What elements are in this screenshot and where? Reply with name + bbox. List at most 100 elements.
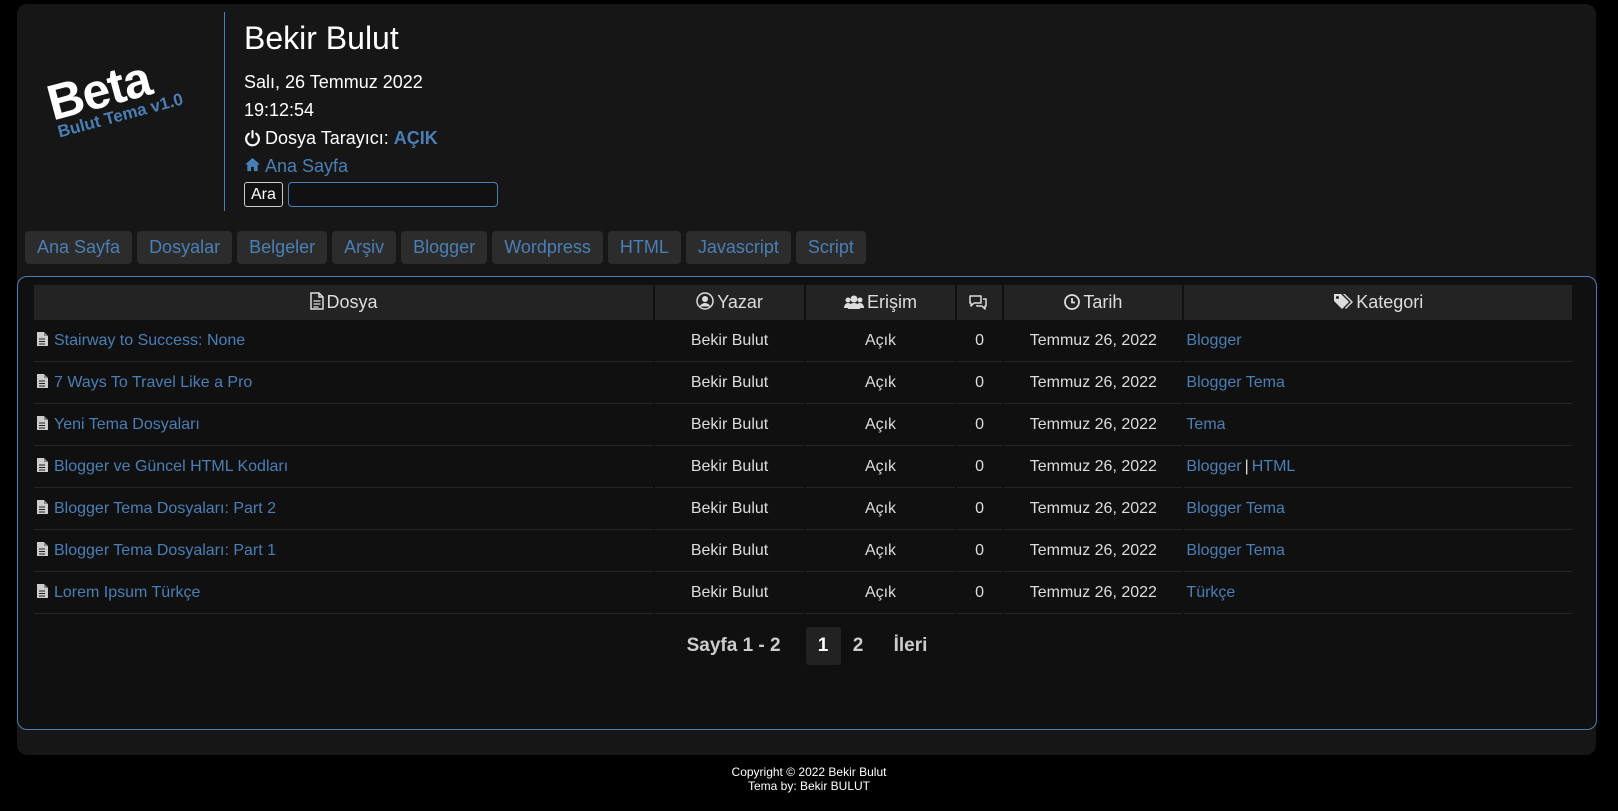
browser-label: Dosya Tarayıcı: [265, 128, 389, 148]
nav-item-dosyalar[interactable]: Dosyalar [137, 231, 233, 264]
category-cell: Blogger Tema [1184, 362, 1572, 404]
comment-count-cell: 0 [956, 446, 1003, 488]
category-cell: Türkçe [1184, 572, 1572, 614]
home-link[interactable]: Ana Sayfa [244, 152, 348, 180]
table-row: Blogger Tema Dosyaları: Part 2 Bekir Bulu… [34, 488, 1572, 530]
file-link[interactable]: 7 Ways To Travel Like a Pro [54, 374, 252, 391]
comment-count-cell: 0 [956, 530, 1003, 572]
user-circle-icon [696, 292, 714, 310]
column-header-access: Erişim [806, 285, 955, 320]
comments-icon [968, 294, 988, 310]
document-icon [36, 373, 49, 389]
column-header-date: Tarih [1004, 285, 1183, 320]
file-link[interactable]: Lorem Ipsum Türkçe [54, 584, 200, 601]
file-link[interactable]: Stairway to Success: None [54, 332, 245, 349]
file-cell: Blogger Tema Dosyaları: Part 1 [34, 530, 654, 572]
document-icon [36, 541, 49, 557]
footer: Copyright © 2022 Bekir Bulut Tema by: Be… [0, 765, 1618, 793]
comment-count-cell: 0 [956, 362, 1003, 404]
nav-item-belgeler[interactable]: Belgeler [237, 231, 328, 264]
home-link-label: Ana Sayfa [265, 156, 349, 176]
file-table: Dosya Yazar Erişim Tarih Kategori Stairw… [32, 285, 1574, 614]
header-info: Bekir Bulut Salı, 26 Temmuz 2022 19:12:5… [244, 18, 498, 207]
nav-item-javascript[interactable]: Javascript [685, 231, 791, 264]
page-link-2[interactable]: 2 [841, 627, 876, 665]
column-header-date-label: Tarih [1083, 292, 1123, 312]
author-cell: Bekir Bulut [655, 362, 805, 404]
pagination-label: Sayfa 1 - 2 [686, 635, 781, 656]
page-link-1[interactable]: 1 [805, 627, 841, 665]
author-cell: Bekir Bulut [655, 320, 805, 362]
comment-count-cell: 0 [956, 404, 1003, 446]
comment-count-cell: 0 [956, 488, 1003, 530]
home-link-line: Ana Sayfa [244, 152, 498, 180]
column-header-comments [956, 285, 1003, 320]
date-cell: Temmuz 26, 2022 [1004, 530, 1183, 572]
column-header-author: Yazar [655, 285, 805, 320]
access-cell: Açık [806, 404, 955, 446]
comment-count-cell: 0 [956, 320, 1003, 362]
footer-theme-credit: Tema by: Bekir BULUT [747, 779, 871, 793]
column-header-category-label: Kategori [1356, 292, 1424, 312]
category-link[interactable]: Blogger [1186, 332, 1241, 349]
table-row: Blogger ve Güncel HTML Kodları Bekir Bulu… [34, 446, 1572, 488]
tags-icon [1333, 293, 1354, 310]
nav-item-wordpress[interactable]: Wordpress [492, 231, 603, 264]
main-nav: Ana Sayfa Dosyalar Belgeler Arşiv Blogge… [25, 231, 866, 264]
users-icon [844, 294, 864, 310]
category-cell: Blogger | HTML [1184, 446, 1572, 488]
category-link[interactable]: HTML [1252, 458, 1296, 475]
nav-item-html[interactable]: HTML [607, 231, 681, 264]
file-link[interactable]: Blogger Tema Dosyaları: Part 1 [54, 542, 276, 559]
home-icon [244, 157, 261, 172]
date-cell: Temmuz 26, 2022 [1004, 320, 1183, 362]
access-cell: Açık [806, 488, 955, 530]
category-separator: | [1244, 457, 1249, 475]
column-header-author-label: Yazar [717, 292, 763, 312]
document-icon [36, 499, 49, 515]
category-cell: Tema [1184, 404, 1572, 446]
column-header-access-label: Erişim [867, 292, 917, 312]
file-link[interactable]: Blogger Tema Dosyaları: Part 2 [54, 500, 276, 517]
nav-item-script[interactable]: Script [795, 231, 866, 264]
file-link[interactable]: Blogger ve Güncel HTML Kodları [54, 458, 288, 475]
search-input[interactable] [287, 182, 498, 207]
power-icon [244, 129, 261, 147]
file-cell: Blogger ve Güncel HTML Kodları [34, 446, 654, 488]
date-cell: Temmuz 26, 2022 [1004, 446, 1183, 488]
access-cell: Açık [806, 530, 955, 572]
table-header-row: Dosya Yazar Erişim Tarih Kategori [34, 285, 1572, 320]
column-header-file-label: Dosya [326, 292, 378, 312]
table-row: 7 Ways To Travel Like a Pro Bekir Bulut Aç… [34, 362, 1572, 404]
nav-item-ana-sayfa[interactable]: Ana Sayfa [25, 231, 133, 264]
category-cell: Blogger [1184, 320, 1572, 362]
file-cell: 7 Ways To Travel Like a Pro [34, 362, 654, 404]
clock-icon [1064, 294, 1081, 310]
pagination: Sayfa 1 - 2 1 2 İleri [18, 627, 1596, 665]
access-cell: Açık [806, 362, 955, 404]
document-icon [36, 457, 49, 473]
file-link[interactable]: Yeni Tema Dosyaları [54, 416, 200, 433]
category-link[interactable]: Blogger Tema [1186, 374, 1284, 391]
category-link[interactable]: Blogger [1186, 458, 1241, 475]
date-line: Salı, 26 Temmuz 2022 [244, 72, 423, 92]
category-link[interactable]: Blogger Tema [1186, 542, 1284, 559]
document-icon [36, 331, 49, 347]
category-link[interactable]: Blogger Tema [1186, 500, 1284, 517]
browser-status: AÇIK [393, 128, 438, 148]
search-button[interactable]: Ara [244, 182, 283, 207]
nav-item-arsiv[interactable]: Arşiv [332, 231, 397, 264]
file-list-panel: Dosya Yazar Erişim Tarih Kategori Stairw… [17, 276, 1597, 730]
search-row: Ara [244, 182, 498, 207]
author-cell: Bekir Bulut [655, 446, 805, 488]
category-link[interactable]: Türkçe [1186, 584, 1235, 601]
nav-item-blogger[interactable]: Blogger [401, 231, 488, 264]
author-cell: Bekir Bulut [655, 530, 805, 572]
file-text-icon [309, 292, 324, 310]
date-cell: Temmuz 26, 2022 [1004, 404, 1183, 446]
table-row: Stairway to Success: None Bekir Bulut Açık… [34, 320, 1572, 362]
category-link[interactable]: Tema [1186, 416, 1225, 433]
date-cell: Temmuz 26, 2022 [1004, 488, 1183, 530]
next-page-link[interactable]: İleri [894, 627, 928, 665]
comment-count-cell: 0 [956, 572, 1003, 614]
